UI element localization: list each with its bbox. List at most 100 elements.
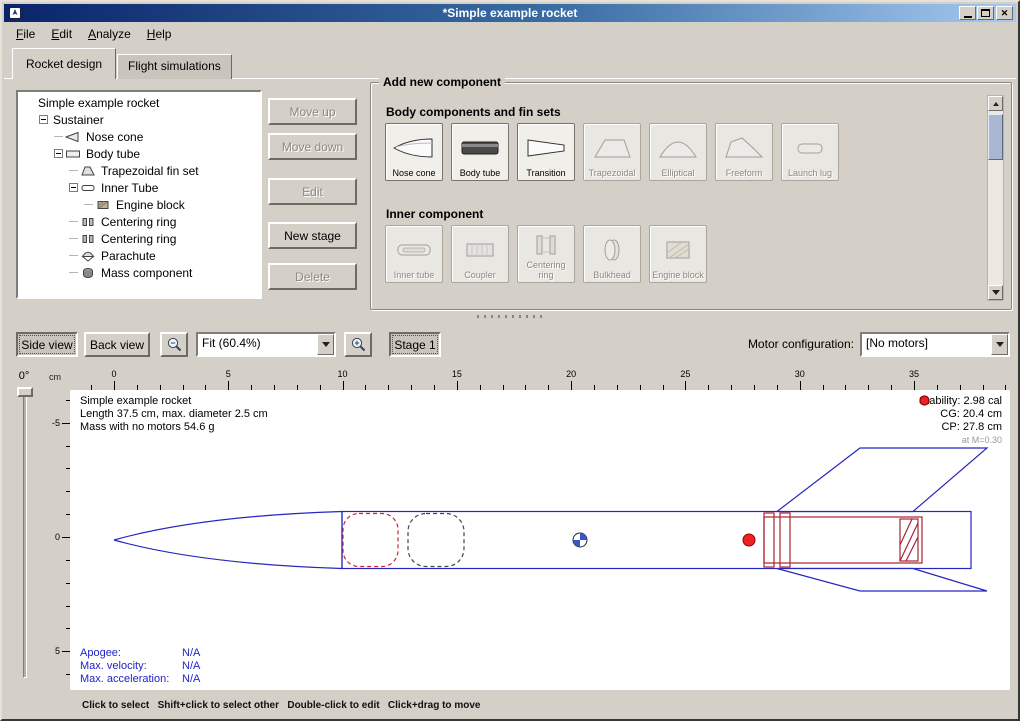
- tree-item[interactable]: Centering ring: [18, 213, 260, 230]
- rocket-view-canvas[interactable]: Simple example rocket Length 37.5 cm, ma…: [70, 390, 1010, 690]
- ruler-label: 5: [220, 369, 236, 379]
- tree-item[interactable]: Centering ring: [18, 230, 260, 247]
- close-icon: ✕: [1001, 8, 1009, 18]
- flight-value: N/A: [182, 647, 200, 660]
- zoom-out-button[interactable]: [160, 332, 188, 357]
- scrollbar-thumb[interactable]: [988, 114, 1003, 160]
- tree-line: [69, 170, 78, 171]
- tab-flight-simulations[interactable]: Flight simulations: [117, 54, 232, 79]
- motor-configuration-select[interactable]: [No motors]: [860, 332, 1010, 357]
- zoom-select[interactable]: Fit (60.4%): [196, 332, 336, 357]
- menu-item-file[interactable]: File: [8, 24, 43, 44]
- flight-label: Max. velocity:: [80, 660, 182, 673]
- tree-item[interactable]: Mass component: [18, 264, 260, 281]
- close-button[interactable]: ✕: [996, 6, 1013, 20]
- add-freeform-button: Freeform: [715, 123, 773, 181]
- title-bar[interactable]: *Simple example rocket ✕: [4, 4, 1016, 22]
- add-nose-cone-button[interactable]: Nose cone: [385, 123, 443, 181]
- cp-value: CP: 27.8 cm: [941, 421, 1002, 434]
- inner-tube-outline[interactable]: [764, 517, 922, 563]
- component-button-label: Body tube: [460, 168, 501, 178]
- tree-item-label: Simple example rocket: [35, 96, 162, 110]
- tree-expander-slot: [67, 183, 80, 192]
- tree-line: [69, 255, 78, 256]
- flight-label: Max. acceleration:: [80, 673, 182, 686]
- tree-line: [69, 272, 78, 273]
- mass-component-outline[interactable]: [408, 514, 464, 567]
- tree-item[interactable]: Sustainer: [18, 111, 260, 128]
- tree-item[interactable]: Nose cone: [18, 128, 260, 145]
- tree-item[interactable]: Engine block: [18, 196, 260, 213]
- tree-line: [84, 204, 93, 205]
- maximize-button[interactable]: [977, 6, 994, 20]
- tree-expander[interactable]: [39, 115, 48, 124]
- back-view-button[interactable]: Back view: [84, 332, 150, 357]
- motor-dropdown-arrow[interactable]: [991, 334, 1008, 355]
- scroll-up-button[interactable]: [988, 96, 1003, 111]
- new-stage-button[interactable]: New stage: [268, 222, 357, 249]
- ruler-label: 15: [449, 369, 465, 379]
- side-view-button[interactable]: Side view: [16, 332, 78, 357]
- component-button-label: Freeform: [726, 168, 763, 178]
- add-body-tube-button[interactable]: Body tube: [451, 123, 509, 181]
- component-tree[interactable]: Simple example rocket SustainerNose coneB…: [16, 90, 262, 299]
- section-label-0: Body components and fin sets: [386, 105, 561, 119]
- splitter-grip[interactable]: [477, 315, 547, 318]
- tree-expander[interactable]: [54, 149, 63, 158]
- rotation-slider-thumb[interactable]: [17, 387, 33, 397]
- nose-cone-outline[interactable]: [114, 512, 342, 569]
- menu-item-help[interactable]: Help: [139, 24, 180, 44]
- centering-ring-2[interactable]: [780, 513, 790, 567]
- parachute-outline[interactable]: [343, 514, 398, 567]
- rotation-slider-track[interactable]: [23, 392, 27, 678]
- tab-rocket-design[interactable]: Rocket design: [12, 48, 116, 79]
- stability-block: Stability: 2.98 cal CG: 20.4 cm CP: 27.8…: [919, 395, 1002, 447]
- component-button-label: Nose cone: [392, 168, 435, 178]
- tree-item-label: Sustainer: [50, 113, 107, 127]
- add-bulkhead-button: Bulkhead: [583, 225, 641, 283]
- minimize-icon: [964, 16, 972, 18]
- delete-button: Delete: [268, 263, 357, 290]
- motor-configuration-value: [No motors]: [862, 334, 991, 355]
- fin-top[interactable]: [777, 448, 987, 512]
- ruler-tick: [685, 381, 686, 390]
- menu-item-edit[interactable]: Edit: [43, 24, 80, 44]
- add-coupler-button: Coupler: [451, 225, 509, 283]
- tree-item[interactable]: Inner Tube: [18, 179, 260, 196]
- cg-value: CG: 20.4 cm: [940, 408, 1002, 421]
- component-scrollbar[interactable]: [987, 95, 1004, 301]
- tree-connector: [67, 221, 80, 222]
- tree-item[interactable]: Trapezoidal fin set: [18, 162, 260, 179]
- rocket-drawing[interactable]: [70, 390, 1010, 690]
- minimize-button[interactable]: [959, 6, 976, 20]
- chevron-down-icon: [996, 342, 1004, 347]
- tree-connector: [67, 238, 80, 239]
- ruler-tick: [457, 381, 458, 390]
- ruler-label: 35: [906, 369, 922, 379]
- fin-bottom[interactable]: [777, 569, 987, 592]
- centering-ring-icon: [522, 229, 570, 260]
- centering-ring-1[interactable]: [764, 513, 774, 567]
- scroll-down-button[interactable]: [988, 285, 1003, 300]
- ruler-tick: [914, 381, 915, 390]
- engine-block-outline[interactable]: [900, 519, 918, 561]
- rocket-info-block: Simple example rocket Length 37.5 cm, ma…: [80, 395, 268, 434]
- add-transition-button[interactable]: Transition: [517, 123, 575, 181]
- zoom-in-button[interactable]: [344, 332, 372, 357]
- stage-toggle-button[interactable]: Stage 1: [389, 332, 441, 357]
- zoom-dropdown-arrow[interactable]: [317, 334, 334, 355]
- nose-cone-icon: [390, 127, 438, 168]
- trapezoidal-icon: [588, 127, 636, 168]
- tree-connector: [52, 136, 65, 137]
- maximize-icon: [981, 9, 990, 17]
- body-tube-outline[interactable]: [342, 512, 971, 569]
- tree-connector: [67, 170, 80, 171]
- tree-expander[interactable]: [69, 183, 78, 192]
- arrow-up-icon: [993, 102, 999, 106]
- tree-item[interactable]: Body tube: [18, 145, 260, 162]
- component-button-label: Elliptical: [661, 168, 694, 178]
- tree-item[interactable]: Simple example rocket: [18, 94, 260, 111]
- tree-item[interactable]: Parachute: [18, 247, 260, 264]
- component-button-label: Trapezoidal: [589, 168, 636, 178]
- menu-item-analyze[interactable]: Analyze: [80, 24, 139, 44]
